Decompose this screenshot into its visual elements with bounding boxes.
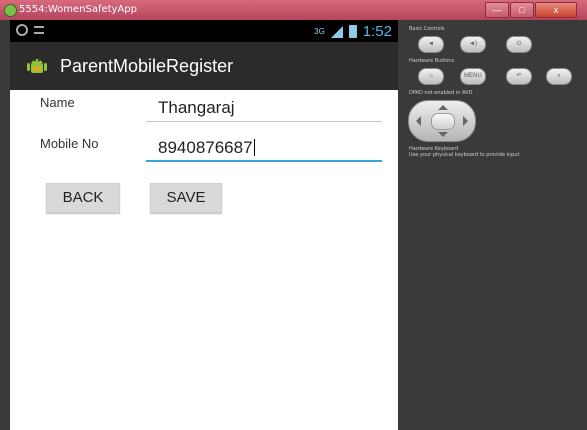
power-button[interactable]: ⏻ xyxy=(506,36,532,53)
usb-debug-icon xyxy=(16,24,28,36)
text-cursor xyxy=(253,139,255,156)
status-bar: 3G 1:52 xyxy=(10,20,398,42)
device-screen: 3G 1:52 ParentMobileRegister Name Thanga… xyxy=(10,20,398,430)
home-button[interactable]: ⌂ xyxy=(418,68,444,85)
dpad-down-icon xyxy=(438,132,448,137)
power-icon: ⏻ xyxy=(516,41,522,47)
dpad-left-icon xyxy=(416,116,421,126)
android-icon xyxy=(27,59,47,73)
window-title: 5554:WomenSafetyApp xyxy=(19,4,137,15)
network-type: 3G xyxy=(314,27,325,36)
page-title: ParentMobileRegister xyxy=(60,56,234,76)
hardware-buttons-heading: Hardware Buttons xyxy=(409,58,455,64)
volume-up-button[interactable]: ◄) xyxy=(460,36,486,53)
back-hw-button[interactable]: ↶ xyxy=(506,68,532,85)
mobile-label: Mobile No xyxy=(40,136,99,151)
window-controls: — □ x xyxy=(485,2,577,18)
search-icon: ⌕ xyxy=(557,73,561,79)
minimize-button[interactable]: — xyxy=(485,2,509,18)
close-button[interactable]: x xyxy=(535,2,577,18)
menu-button[interactable]: MENU xyxy=(460,68,486,85)
keyboard-note: Use your physical keyboard to provide in… xyxy=(409,152,520,158)
name-label: Name xyxy=(40,95,75,110)
emulator-frame: 3G 1:52 ParentMobileRegister Name Thanga… xyxy=(0,20,587,430)
app-icon xyxy=(4,4,17,17)
basic-controls-heading: Basic Controls xyxy=(409,26,445,32)
maximize-button[interactable]: □ xyxy=(510,2,534,18)
back-arrow-icon: ↶ xyxy=(516,73,522,79)
dpad-up-icon xyxy=(438,105,448,110)
window-titlebar: 5554:WomenSafetyApp — □ x xyxy=(0,0,587,20)
back-button[interactable]: BACK xyxy=(46,183,120,213)
battery-icon xyxy=(348,25,357,38)
mobile-field[interactable]: 8940876687 xyxy=(146,136,382,162)
name-value: Thangaraj xyxy=(158,98,235,117)
volume-down-button[interactable]: ◄ xyxy=(418,36,444,53)
dpad-right-icon xyxy=(463,116,468,126)
action-bar: ParentMobileRegister xyxy=(10,42,398,90)
dpad-note: DPAD not enabled in AVD xyxy=(409,90,473,96)
dpad[interactable] xyxy=(408,100,476,142)
search-button[interactable]: ⌕ xyxy=(546,68,572,85)
dpad-center-button[interactable] xyxy=(431,113,455,130)
emulator-control-panel: Basic Controls ◄ ◄) ⏻ Hardware Buttons ⌂… xyxy=(400,20,587,430)
signal-icon xyxy=(330,25,343,38)
status-time: 1:52 xyxy=(362,23,392,40)
mobile-value: 8940876687 xyxy=(158,138,253,157)
volume-up-icon: ◄) xyxy=(469,41,477,47)
name-field[interactable]: Thangaraj xyxy=(146,96,382,122)
save-button[interactable]: SAVE xyxy=(150,183,222,213)
volume-down-icon: ◄ xyxy=(428,41,434,47)
home-icon: ⌂ xyxy=(429,73,433,79)
menu-label: MENU xyxy=(464,73,482,79)
notification-icon xyxy=(34,26,44,34)
